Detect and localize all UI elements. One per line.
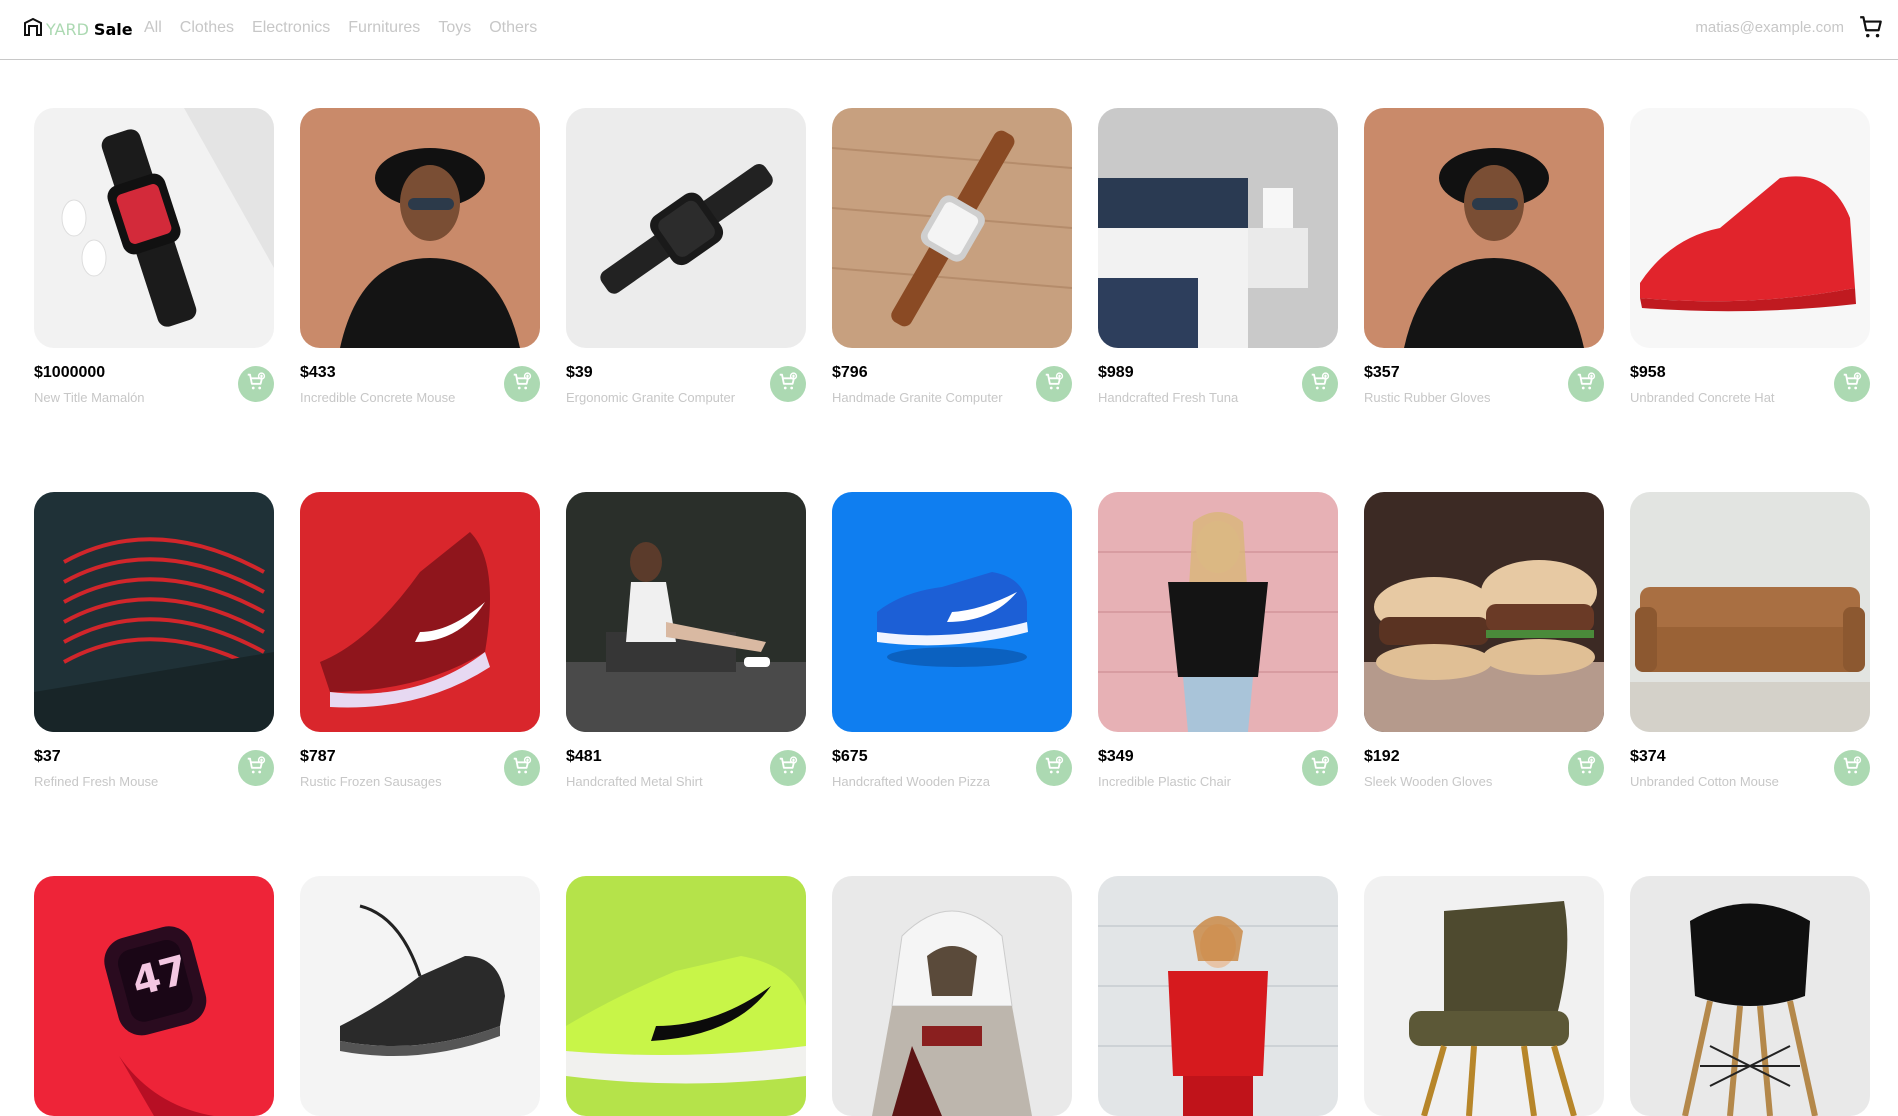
product-card[interactable]: $39 Ergonomic Granite Computer (566, 108, 806, 408)
product-card[interactable] (1364, 876, 1604, 1116)
account-email[interactable]: matias@example.com (1695, 19, 1844, 36)
top-navbar: YARD Sale All Clothes Electronics Furnit… (0, 0, 1898, 60)
add-to-cart-icon (511, 755, 533, 781)
add-to-cart-button[interactable] (1834, 750, 1870, 786)
add-to-cart-button[interactable] (1568, 750, 1604, 786)
nav-others[interactable]: Others (489, 19, 537, 37)
product-image[interactable] (832, 876, 1072, 1116)
add-to-cart-icon (1043, 371, 1065, 397)
product-title: Refined Fresh Mouse (34, 774, 159, 789)
product-card[interactable]: $357 Rustic Rubber Gloves (1364, 108, 1604, 408)
nav-toys[interactable]: Toys (438, 19, 471, 37)
category-nav: All Clothes Electronics Furnitures Toys … (144, 19, 555, 37)
product-card[interactable]: $37 Refined Fresh Mouse (34, 492, 274, 792)
add-to-cart-icon (1575, 755, 1597, 781)
add-to-cart-icon (1309, 755, 1331, 781)
product-image[interactable] (1630, 108, 1870, 348)
product-image[interactable] (300, 108, 540, 348)
add-to-cart-icon (777, 755, 799, 781)
product-card[interactable]: 47 (34, 876, 274, 1116)
product-card[interactable]: $958 Unbranded Concrete Hat (1630, 108, 1870, 408)
add-to-cart-button[interactable] (504, 366, 540, 402)
add-to-cart-icon (1841, 755, 1863, 781)
add-to-cart-icon (1043, 755, 1065, 781)
product-title: Incredible Concrete Mouse (300, 390, 456, 405)
product-card[interactable] (1098, 876, 1338, 1116)
nav-clothes[interactable]: Clothes (180, 19, 234, 37)
add-to-cart-icon (777, 371, 799, 397)
brand-yard-text: YARD (46, 19, 89, 39)
product-card[interactable] (1630, 876, 1870, 1116)
product-title: Incredible Plastic Chair (1098, 774, 1231, 789)
product-image[interactable] (34, 108, 274, 348)
brand-sale-text: Sale (93, 19, 133, 39)
product-title: Handcrafted Fresh Tuna (1098, 390, 1239, 405)
product-card[interactable]: $481 Handcrafted Metal Shirt (566, 492, 806, 792)
product-image[interactable] (566, 492, 806, 732)
add-to-cart-icon (245, 755, 267, 781)
product-image[interactable] (1364, 108, 1604, 348)
product-title: Unbranded Concrete Hat (1630, 390, 1775, 405)
product-title: Ergonomic Granite Computer (566, 390, 736, 405)
product-image[interactable] (1364, 492, 1604, 732)
add-to-cart-icon (511, 371, 533, 397)
shopping-cart-icon[interactable] (1858, 14, 1884, 40)
product-title: Handmade Granite Computer (832, 390, 1003, 405)
product-image[interactable] (1098, 108, 1338, 348)
product-card[interactable]: $1000000 New Title Mamalón (34, 108, 274, 408)
nav-electronics[interactable]: Electronics (252, 19, 330, 37)
product-card[interactable] (566, 876, 806, 1116)
product-image[interactable] (832, 108, 1072, 348)
add-to-cart-button[interactable] (1834, 366, 1870, 402)
product-image[interactable] (566, 876, 806, 1116)
product-image[interactable] (300, 492, 540, 732)
add-to-cart-button[interactable] (1036, 750, 1072, 786)
add-to-cart-button[interactable] (770, 366, 806, 402)
add-to-cart-button[interactable] (1036, 366, 1072, 402)
add-to-cart-icon (1841, 371, 1863, 397)
product-title: Sleek Wooden Gloves (1364, 774, 1493, 789)
nav-furnitures[interactable]: Furnitures (348, 19, 420, 37)
product-card[interactable]: $433 Incredible Concrete Mouse (300, 108, 540, 408)
add-to-cart-button[interactable] (1302, 366, 1338, 402)
store-icon (23, 17, 43, 41)
product-image[interactable] (300, 876, 540, 1116)
product-card[interactable] (300, 876, 540, 1116)
add-to-cart-button[interactable] (770, 750, 806, 786)
add-to-cart-icon (1575, 371, 1597, 397)
add-to-cart-icon (1309, 371, 1331, 397)
product-title: Rustic Rubber Gloves (1364, 390, 1491, 405)
product-title: Rustic Frozen Sausages (300, 774, 442, 789)
product-card[interactable]: $374 Unbranded Cotton Mouse (1630, 492, 1870, 792)
product-card[interactable]: $349 Incredible Plastic Chair (1098, 492, 1338, 792)
product-image[interactable] (1630, 492, 1870, 732)
brand-logo[interactable]: YARD Sale (23, 17, 133, 41)
add-to-cart-icon (245, 371, 267, 397)
product-image[interactable] (832, 492, 1072, 732)
add-to-cart-button[interactable] (238, 366, 274, 402)
product-image[interactable] (566, 108, 806, 348)
product-image[interactable] (1630, 876, 1870, 1116)
product-image[interactable] (1098, 876, 1338, 1116)
product-card[interactable]: $675 Handcrafted Wooden Pizza (832, 492, 1072, 792)
add-to-cart-button[interactable] (504, 750, 540, 786)
add-to-cart-button[interactable] (1302, 750, 1338, 786)
product-card[interactable]: $787 Rustic Frozen Sausages (300, 492, 540, 792)
product-grid: $1000000 New Title Mamalón $433 Incredible… (34, 108, 1870, 1116)
product-card[interactable]: $989 Handcrafted Fresh Tuna (1098, 108, 1338, 408)
product-image[interactable] (34, 492, 274, 732)
add-to-cart-button[interactable] (238, 750, 274, 786)
product-image[interactable]: 47 (34, 876, 274, 1116)
product-title: Handcrafted Wooden Pizza (832, 774, 991, 789)
product-card[interactable]: $796 Handmade Granite Computer (832, 108, 1072, 408)
product-title: New Title Mamalón (34, 390, 145, 405)
product-card[interactable] (832, 876, 1072, 1116)
nav-all[interactable]: All (144, 19, 162, 37)
product-title: Handcrafted Metal Shirt (566, 774, 703, 789)
product-image[interactable] (1364, 876, 1604, 1116)
product-image[interactable] (1098, 492, 1338, 732)
product-title: Unbranded Cotton Mouse (1630, 774, 1779, 789)
add-to-cart-button[interactable] (1568, 366, 1604, 402)
product-card[interactable]: $192 Sleek Wooden Gloves (1364, 492, 1604, 792)
